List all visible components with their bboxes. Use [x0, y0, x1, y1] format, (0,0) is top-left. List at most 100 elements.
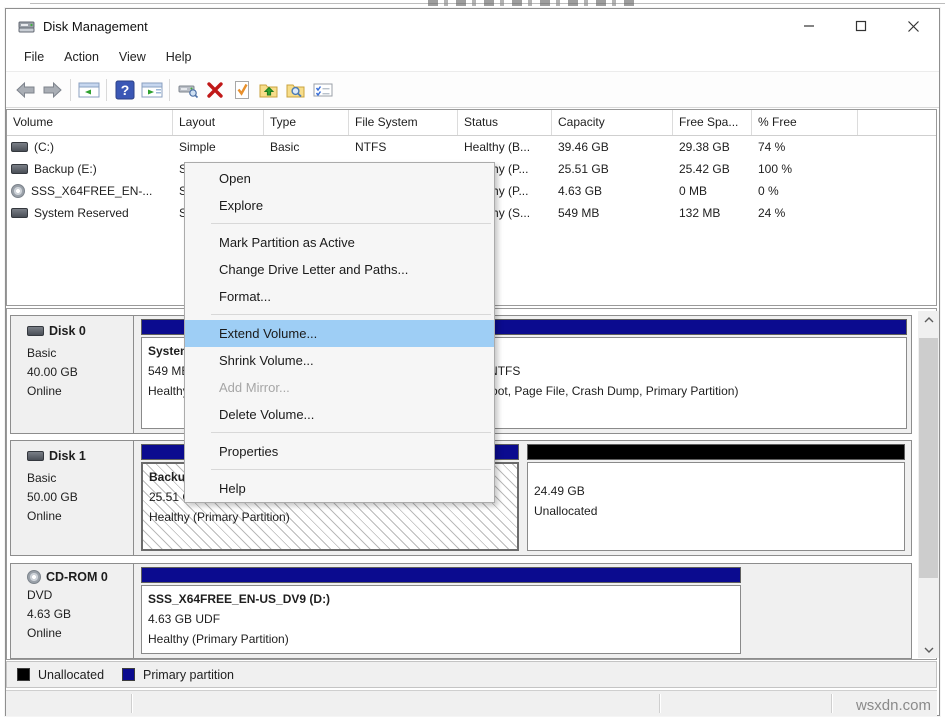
column-header-free-spa[interactable]: Free Spa...	[673, 110, 752, 135]
back-arrow-icon[interactable]	[12, 76, 39, 103]
vertical-scrollbar[interactable]	[918, 311, 939, 658]
toolbar-separator	[106, 79, 107, 101]
connect-computer-icon[interactable]	[174, 76, 201, 103]
disk-size: 4.63 GB	[27, 605, 133, 624]
column-header-file-system[interactable]: File System	[349, 110, 458, 135]
toolbar: ?	[6, 71, 939, 108]
disk-type: Basic	[27, 469, 133, 488]
validate-document-icon[interactable]	[228, 76, 255, 103]
cell-capacity: 4.63 GB	[552, 184, 673, 198]
forward-arrow-icon[interactable]	[39, 76, 66, 103]
column-header-status[interactable]: Status	[458, 110, 552, 135]
cell-free_space: 132 MB	[673, 206, 752, 220]
primary-partition-strip	[428, 319, 907, 335]
menu-view[interactable]: View	[109, 46, 156, 68]
partition-title: (C:)	[435, 341, 906, 361]
cdrom-0-info[interactable]: CD-ROM 0 DVD 4.63 GB Online	[11, 564, 134, 658]
disk-status: Online	[27, 382, 133, 401]
menu-item-explore[interactable]: Explore	[185, 192, 494, 219]
menu-item-format[interactable]: Format...	[185, 283, 494, 310]
delete-x-icon[interactable]	[201, 76, 228, 103]
disk-size: 50.00 GB	[27, 488, 133, 507]
cell-free_space: 25.42 GB	[673, 162, 752, 176]
menu-item-delete-volume[interactable]: Delete Volume...	[185, 401, 494, 428]
column-header-type[interactable]: Type	[264, 110, 349, 135]
unallocated-strip	[527, 444, 905, 460]
scroll-up-icon[interactable]	[918, 311, 939, 328]
menu-file[interactable]: File	[14, 46, 54, 68]
partition-unallocated[interactable]: 24.49 GB Unallocated	[525, 441, 907, 555]
help-icon[interactable]: ?	[111, 76, 138, 103]
window-title: Disk Management	[43, 19, 148, 34]
partition-title: SSS_X64FREE_EN-US_DV9 (D:)	[148, 589, 740, 609]
volume-row-c[interactable]: (C:)SimpleBasicNTFSHealthy (B...39.46 GB…	[7, 136, 936, 158]
task-list-icon[interactable]	[309, 76, 336, 103]
column-header-free[interactable]: % Free	[752, 110, 858, 135]
minimize-button[interactable]	[783, 9, 835, 43]
cropped-text-artifact	[428, 0, 638, 6]
search-folder-icon[interactable]	[282, 76, 309, 103]
scrollbar-thumb[interactable]	[919, 338, 938, 578]
menu-item-properties[interactable]: Properties	[185, 438, 494, 465]
disk-name: Disk 0	[49, 324, 86, 338]
scroll-down-icon[interactable]	[918, 641, 939, 658]
column-header-volume[interactable]: Volume	[7, 110, 173, 135]
close-button[interactable]	[887, 9, 939, 43]
disk-0-info[interactable]: Disk 0 Basic 40.00 GB Online	[11, 316, 134, 433]
partition-status: Healthy (Primary Partition)	[148, 629, 740, 649]
cell-status: Healthy (B...	[458, 140, 552, 154]
volume-list-header: VolumeLayoutTypeFile SystemStatusCapacit…	[7, 110, 936, 136]
toolbar-separator	[169, 79, 170, 101]
menu-help[interactable]: Help	[156, 46, 202, 68]
menu-item-open[interactable]: Open	[185, 165, 494, 192]
cell-layout: Simple	[173, 140, 264, 154]
menu-action[interactable]: Action	[54, 46, 109, 68]
show-action-pane-icon[interactable]	[138, 76, 165, 103]
statusbar-divider	[831, 694, 832, 713]
menu-item-help[interactable]: Help	[185, 475, 494, 502]
disk-type: Basic	[27, 344, 133, 363]
legend-unallocated: Unallocated	[17, 668, 104, 682]
cdrom-0-row: CD-ROM 0 DVD 4.63 GB Online SSS_X64FREE_…	[10, 563, 912, 659]
cell-free_space: 0 MB	[673, 184, 752, 198]
maximize-button[interactable]	[835, 9, 887, 43]
cell-free_space: 29.38 GB	[673, 140, 752, 154]
column-filler	[858, 110, 936, 135]
cell-capacity: 39.46 GB	[552, 140, 673, 154]
disk-1-info[interactable]: Disk 1 Basic 50.00 GB Online	[11, 441, 134, 555]
menu-separator	[185, 428, 494, 438]
export-folder-icon[interactable]	[255, 76, 282, 103]
partition-size: 4.63 GB UDF	[148, 609, 740, 629]
menu-item-change-drive-letter-and-paths[interactable]: Change Drive Letter and Paths...	[185, 256, 494, 283]
menu-item-extend-volume[interactable]: Extend Volume...	[185, 320, 494, 347]
cd-icon	[27, 570, 41, 584]
cell-file_system: NTFS	[349, 140, 458, 154]
disk-status: Online	[27, 507, 133, 526]
screenshot-root: Disk Management FileActionViewHelp	[0, 0, 945, 722]
legend-label: Unallocated	[38, 668, 104, 682]
cell-type: Basic	[264, 140, 349, 154]
disk-name: CD-ROM 0	[46, 570, 108, 584]
primary-partition-strip	[141, 567, 741, 583]
show-console-tree-icon[interactable]	[75, 76, 102, 103]
partition-dvd-d[interactable]: SSS_X64FREE_EN-US_DV9 (D:) 4.63 GB UDF H…	[139, 564, 743, 658]
legend-swatch	[17, 668, 30, 681]
partition-status: Healthy (Boot, Page File, Crash Dump, Pr…	[435, 381, 906, 401]
cell-pct_free: 100 %	[752, 162, 858, 176]
column-header-layout[interactable]: Layout	[173, 110, 264, 135]
menu-item-shrink-volume[interactable]: Shrink Volume...	[185, 347, 494, 374]
partition-c-drive[interactable]: (C:) 39.46 GB NTFS Healthy (Boot, Page F…	[426, 316, 909, 433]
svg-text:?: ?	[120, 82, 129, 98]
cell-capacity: 549 MB	[552, 206, 673, 220]
column-header-capacity[interactable]: Capacity	[552, 110, 673, 135]
watermark-text: wsxdn.com	[856, 697, 931, 714]
status-bar: wsxdn.com	[6, 690, 937, 716]
cell-capacity: 25.51 GB	[552, 162, 673, 176]
disk-type: DVD	[27, 586, 133, 605]
menu-separator	[185, 310, 494, 320]
menu-item-mark-partition-as-active[interactable]: Mark Partition as Active	[185, 229, 494, 256]
partition-status: Healthy (Primary Partition)	[149, 507, 517, 527]
cell-pct_free: 24 %	[752, 206, 858, 220]
cell-volume: SSS_X64FREE_EN-...	[7, 184, 173, 198]
window-controls	[783, 9, 939, 43]
